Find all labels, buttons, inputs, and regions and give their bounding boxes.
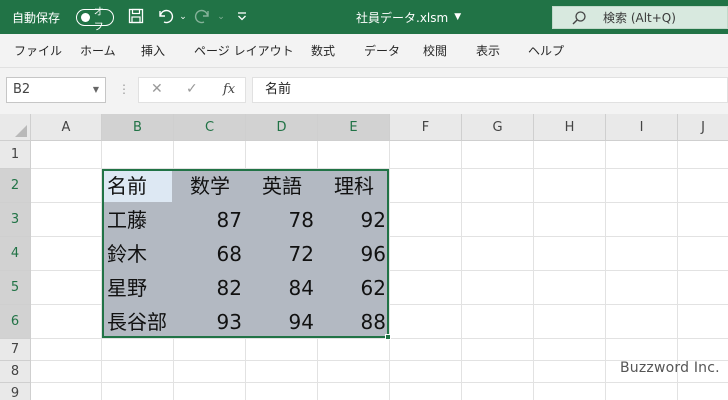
cell-c3[interactable]: 87	[174, 203, 242, 237]
file-title: 社員データ.xlsm	[356, 10, 449, 25]
tab-page-layout[interactable]: ページ レイアウト	[194, 34, 294, 68]
cancel-icon[interactable]: ✕	[151, 81, 163, 97]
cell-e5[interactable]: 62	[318, 271, 386, 305]
column-header-d[interactable]: D	[246, 114, 318, 141]
cell-e4[interactable]: 96	[318, 237, 386, 271]
row-header-2[interactable]: 2	[0, 169, 31, 203]
cell-b2[interactable]: 名前	[107, 169, 147, 203]
cell-d4[interactable]: 72	[246, 237, 314, 271]
cell-c4[interactable]: 68	[174, 237, 242, 271]
tab-home[interactable]: ホーム	[80, 34, 116, 68]
column-header-c[interactable]: C	[174, 114, 246, 141]
row-header-6[interactable]: 6	[0, 305, 31, 339]
search-label: 検索 (Alt+Q)	[603, 11, 676, 25]
cell-e3[interactable]: 92	[318, 203, 386, 237]
row-header-4[interactable]: 4	[0, 237, 31, 271]
ribbon-tabs: ファイル ホーム 挿入 ページ レイアウト 数式 データ 校閲 表示 ヘルプ	[0, 34, 728, 68]
row-header-5[interactable]: 5	[0, 271, 31, 305]
column-header-b[interactable]: B	[102, 114, 174, 141]
undo-dropdown-icon[interactable]: ⌄	[174, 8, 192, 26]
redo-dropdown-icon: ⌄	[217, 12, 225, 22]
worksheet-grid[interactable]: A B C D E F G H I J 1 2 3 4 5 6 7 8 9 名前…	[0, 114, 728, 400]
redo-icon	[194, 8, 212, 26]
save-icon[interactable]	[127, 8, 145, 26]
column-header-h[interactable]: H	[534, 114, 606, 141]
formula-bar: B2 ▼ ⋮ ✕ ✓ fx 名前	[0, 68, 728, 114]
cell-c5[interactable]: 82	[174, 271, 242, 305]
autosave-toggle[interactable]: オフ	[76, 7, 114, 33]
formula-bar-grip-icon[interactable]: ⋮	[118, 82, 130, 96]
insert-function-icon[interactable]: fx	[223, 82, 235, 97]
watermark: Buzzword Inc.	[620, 360, 720, 376]
row-header-3[interactable]: 3	[0, 203, 31, 237]
title-bar: 自動保存 オフ ⌄ ⌄ 社員データ.xlsm ▼ 検索 (Alt+Q)	[0, 0, 728, 34]
tab-insert[interactable]: 挿入	[141, 34, 165, 68]
cell-c2[interactable]: 数学	[190, 169, 230, 203]
cell-b5[interactable]: 星野	[107, 271, 147, 305]
enter-icon[interactable]: ✓	[186, 81, 198, 97]
undo-icon[interactable]	[156, 8, 174, 26]
select-all-button[interactable]	[0, 114, 31, 141]
document-title[interactable]: 社員データ.xlsm ▼	[356, 0, 461, 34]
chevron-down-icon: ▼	[454, 12, 462, 22]
gridline	[31, 382, 728, 383]
toggle-knob	[81, 13, 90, 22]
cell-b6[interactable]: 長谷部	[107, 305, 167, 339]
search-icon	[572, 10, 586, 24]
row-header-7[interactable]: 7	[0, 339, 31, 361]
row-header-9[interactable]: 9	[0, 383, 31, 400]
autosave-label: 自動保存	[12, 10, 61, 25]
name-box-value: B2	[13, 82, 31, 97]
formula-input[interactable]: 名前	[252, 77, 728, 103]
cell-d6[interactable]: 94	[246, 305, 314, 339]
tab-view[interactable]: 表示	[476, 34, 500, 68]
autosave-state: オフ	[93, 6, 104, 33]
tab-data[interactable]: データ	[364, 34, 400, 68]
cell-c6[interactable]: 93	[174, 305, 242, 339]
cell-d5[interactable]: 84	[246, 271, 314, 305]
cell-b4[interactable]: 鈴木	[107, 237, 147, 271]
cell-b3[interactable]: 工藤	[107, 203, 147, 237]
cell-e6[interactable]: 88	[318, 305, 386, 339]
row-header-8[interactable]: 8	[0, 361, 31, 383]
name-box-dropdown-icon[interactable]: ▼	[93, 78, 99, 102]
column-header-e[interactable]: E	[318, 114, 390, 141]
column-header-g[interactable]: G	[462, 114, 534, 141]
customize-toolbar-icon[interactable]	[233, 8, 251, 26]
name-box[interactable]: B2 ▼	[6, 77, 106, 103]
tab-review[interactable]: 校閲	[423, 34, 447, 68]
column-header-i[interactable]: I	[606, 114, 678, 141]
search-box[interactable]: 検索 (Alt+Q)	[552, 6, 728, 29]
row-header-1[interactable]: 1	[0, 141, 31, 169]
cell-e2[interactable]: 理科	[334, 169, 374, 203]
column-header-j[interactable]: J	[678, 114, 728, 141]
column-header-a[interactable]: A	[31, 114, 102, 141]
cell-d3[interactable]: 78	[246, 203, 314, 237]
cell-d2[interactable]: 英語	[262, 169, 302, 203]
column-header-f[interactable]: F	[390, 114, 462, 141]
tab-formulas[interactable]: 数式	[311, 34, 335, 68]
tab-file[interactable]: ファイル	[14, 34, 62, 68]
tab-help[interactable]: ヘルプ	[528, 34, 564, 68]
formula-buttons: ✕ ✓ fx	[138, 77, 246, 103]
